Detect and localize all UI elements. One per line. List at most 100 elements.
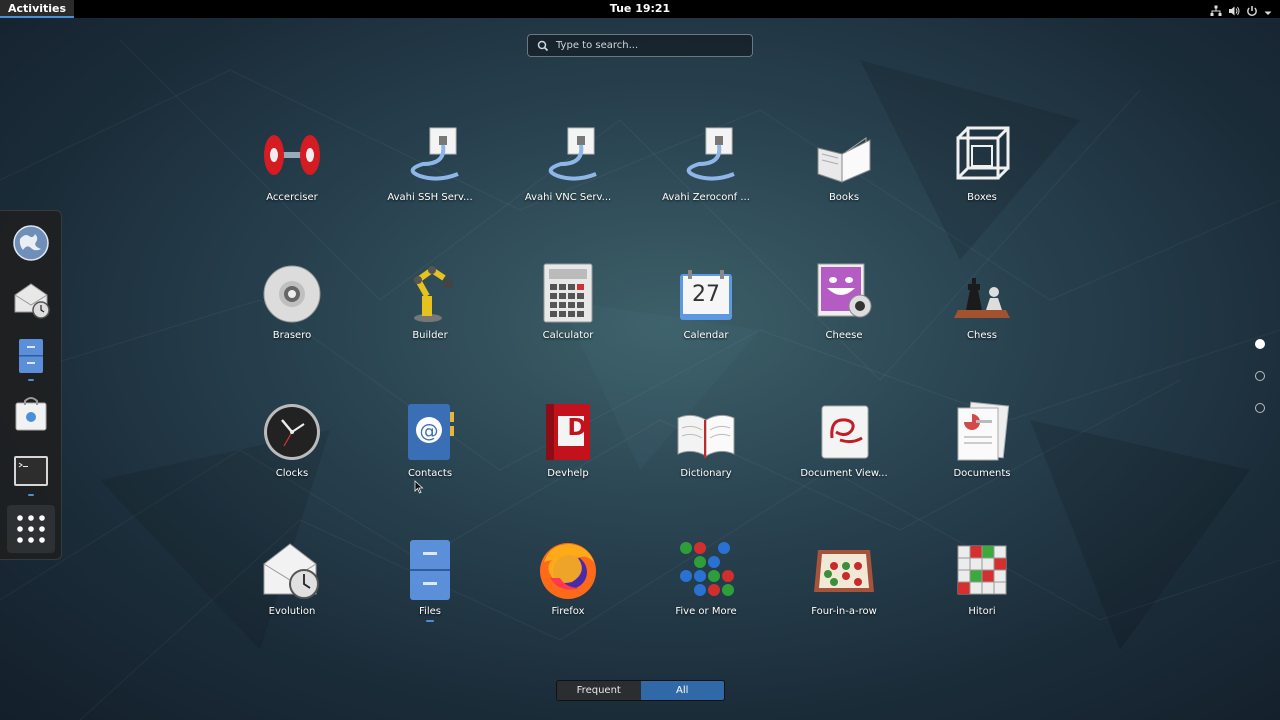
- evolution-icon: [260, 538, 324, 602]
- search-input[interactable]: [556, 40, 736, 51]
- five-or-more-icon: [674, 538, 738, 602]
- app-label: Five or More: [675, 606, 737, 617]
- running-indicator: [426, 620, 434, 622]
- devhelp-icon: D: [536, 400, 600, 464]
- app-label: Clocks: [275, 468, 309, 479]
- documents-icon: [950, 400, 1014, 464]
- contacts-icon: @: [398, 400, 462, 464]
- app-accerciser[interactable]: Accerciser: [232, 124, 352, 220]
- document-viewer-icon: [812, 400, 876, 464]
- dash-software[interactable]: [7, 389, 55, 437]
- four-in-a-row-icon: [812, 538, 876, 602]
- app-label: Avahi SSH Serv...: [387, 192, 473, 203]
- evolution-mail-icon: [14, 283, 50, 319]
- app-label: Cheese: [825, 330, 863, 341]
- app-files[interactable]: Files: [370, 538, 490, 634]
- app-books[interactable]: Books: [784, 124, 904, 220]
- app-calculator[interactable]: Calculator: [508, 262, 628, 358]
- web-browser-icon: [13, 225, 49, 261]
- avahi-zeroconf-icon: [674, 124, 738, 188]
- app-label: Devhelp: [547, 468, 589, 479]
- app-avahi-vnc[interactable]: Avahi VNC Serv...: [508, 124, 628, 220]
- app-avahi-ssh[interactable]: Avahi SSH Serv...: [370, 124, 490, 220]
- app-grid-icon: [17, 515, 45, 543]
- wallpaper: [0, 39, 1280, 720]
- chess-icon: [950, 262, 1014, 326]
- app-document-viewer[interactable]: Document View...: [784, 400, 904, 496]
- calendar-icon: 27: [674, 262, 738, 326]
- files-icon: [19, 339, 43, 373]
- top-bar: Activities Tue 19:21: [0, 0, 1280, 18]
- svg-text:@: @: [420, 420, 439, 442]
- app-cheese[interactable]: Cheese: [784, 262, 904, 358]
- brasero-icon: [260, 262, 324, 326]
- app-documents[interactable]: Documents: [922, 400, 1042, 496]
- frequent-button[interactable]: Frequent: [557, 681, 641, 700]
- page-indicator-2[interactable]: [1255, 371, 1265, 381]
- dash-terminal[interactable]: [7, 447, 55, 495]
- system-status-area[interactable]: [1210, 2, 1272, 21]
- app-calendar[interactable]: 27 Calendar: [646, 262, 766, 358]
- page-indicator-1[interactable]: [1255, 339, 1265, 349]
- app-label: Avahi VNC Serv...: [524, 192, 612, 203]
- app-label: Files: [419, 606, 441, 617]
- app-boxes[interactable]: Boxes: [922, 124, 1042, 220]
- show-applications-button[interactable]: [7, 505, 55, 553]
- app-chess[interactable]: Chess: [922, 262, 1042, 358]
- clock[interactable]: Tue 19:21: [0, 0, 1280, 18]
- search-box[interactable]: [527, 34, 753, 57]
- app-brasero[interactable]: Brasero: [232, 262, 352, 358]
- app-evolution[interactable]: Evolution: [232, 538, 352, 634]
- app-dictionary[interactable]: Dictionary: [646, 400, 766, 496]
- search-icon: [537, 40, 549, 51]
- app-label: Brasero: [272, 330, 312, 341]
- network-icon: [1210, 2, 1222, 21]
- app-label: Boxes: [967, 192, 997, 203]
- app-avahi-zeroconf[interactable]: Avahi Zeroconf ...: [646, 124, 766, 220]
- app-devhelp[interactable]: D Devhelp: [508, 400, 628, 496]
- devhelp-glyph: D: [567, 415, 587, 441]
- dash-evolution[interactable]: [7, 275, 55, 323]
- clocks-icon: [260, 400, 324, 464]
- books-icon: [812, 124, 876, 188]
- dash-web-browser[interactable]: [7, 219, 55, 267]
- app-firefox[interactable]: Firefox: [508, 538, 628, 634]
- app-label: Firefox: [551, 606, 585, 617]
- power-icon: [1246, 2, 1258, 21]
- dash-files[interactable]: [7, 331, 55, 379]
- app-label: Calendar: [683, 330, 729, 341]
- running-indicator: [28, 379, 34, 381]
- app-four-in-a-row[interactable]: Four-in-a-row: [784, 538, 904, 634]
- software-bag-icon: [15, 397, 47, 431]
- app-view-toggle: Frequent All: [556, 680, 725, 701]
- cheese-icon: [812, 262, 876, 326]
- app-builder[interactable]: Builder: [370, 262, 490, 358]
- app-five-or-more[interactable]: Five or More: [646, 538, 766, 634]
- terminal-icon: [14, 456, 48, 486]
- all-button[interactable]: All: [640, 681, 724, 700]
- app-label: Accerciser: [266, 192, 318, 203]
- dictionary-icon: [674, 400, 738, 464]
- app-label: Avahi Zeroconf ...: [662, 192, 750, 203]
- app-label: Hitori: [968, 606, 996, 617]
- hitori-icon: [950, 538, 1014, 602]
- calendar-day: 27: [692, 282, 720, 307]
- app-label: Calculator: [542, 330, 594, 341]
- app-label: Evolution: [268, 606, 316, 617]
- running-indicator: [28, 494, 34, 496]
- app-label: Chess: [967, 330, 997, 341]
- app-label: Books: [828, 192, 860, 203]
- calculator-icon: [536, 262, 600, 326]
- accerciser-icon: [260, 124, 324, 188]
- mouse-cursor-icon: [414, 480, 424, 494]
- app-label: Dictionary: [680, 468, 732, 479]
- dash: [0, 210, 62, 560]
- app-clocks[interactable]: Clocks: [232, 400, 352, 496]
- app-hitori[interactable]: Hitori: [922, 538, 1042, 634]
- boxes-icon: [950, 124, 1014, 188]
- app-label: Documents: [953, 468, 1011, 479]
- app-label: Four-in-a-row: [811, 606, 877, 617]
- app-contacts[interactable]: @ Contacts: [370, 400, 490, 496]
- page-indicator-3[interactable]: [1255, 403, 1265, 413]
- avahi-vnc-icon: [536, 124, 600, 188]
